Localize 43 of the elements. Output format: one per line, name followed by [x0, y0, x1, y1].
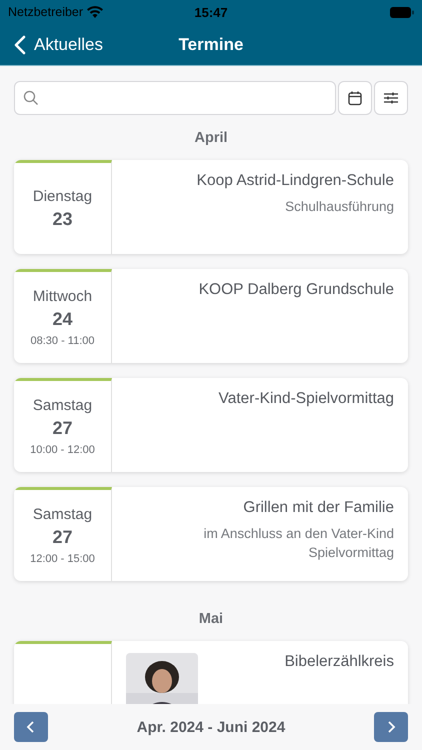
page-title: Termine [178, 34, 244, 54]
weekday-label: Dienstag [32, 188, 92, 204]
weekday-label: Mittwoch [32, 288, 92, 305]
status-time: 15:47 [193, 4, 229, 20]
event-title: Bibelerzählkreis [284, 653, 394, 671]
weekday-label: Samstag [32, 397, 92, 414]
back-button[interactable]: Aktuelles [0, 34, 103, 54]
event-card[interactable]: Samstag 27 10:00 - 12:00 Vater-Kind-Spielvormittag [14, 378, 408, 472]
day-number: 23 [52, 208, 73, 230]
event-card[interactable]: Bibelerzählkreis [14, 641, 408, 704]
chevron-left-icon [26, 720, 36, 734]
wifi-icon [87, 6, 104, 18]
day-number: 27 [52, 418, 73, 439]
time-range: 12:00 - 15:00 [30, 553, 95, 565]
event-card[interactable]: Dienstag 23 Koop Astrid-Lindgren-Schule Schulhausführung [14, 160, 408, 254]
time-range: 10:00 - 12:00 [30, 444, 95, 456]
day-number: 24 [52, 309, 73, 330]
event-title: Koop Astrid-Lindgren-Schule [196, 172, 394, 190]
weekday-label: Samstag [32, 506, 92, 523]
month-heading: April [193, 130, 229, 146]
event-title: Grillen mit der Familie [243, 499, 394, 517]
filter-button[interactable] [374, 81, 408, 115]
battery-icon [390, 6, 414, 18]
date-range: Apr. 2024 - Juni 2024 [136, 718, 286, 736]
month-heading: Mai [198, 611, 224, 627]
chevron-right-icon [386, 720, 396, 734]
event-card[interactable]: Samstag 27 12:00 - 15:00 Grillen mit der Familie im Anschluss an den Vater-Kind Spielvormittag [14, 487, 408, 581]
calendar-button[interactable] [338, 81, 372, 115]
event-card[interactable]: Mittwoch 24 08:30 - 11:00 KOOP Dalberg Grundschule [14, 269, 408, 363]
event-description: im Anschluss an den Vater-Kind Spielvormittag [202, 525, 394, 562]
time-range: 08:30 - 11:00 [30, 335, 94, 347]
search-icon [23, 90, 39, 106]
event-title: KOOP Dalberg Grundschule [198, 281, 394, 299]
carrier-name: Netzbetreiber [8, 5, 84, 19]
event-description: Schulhausführung [285, 198, 394, 216]
search-field[interactable] [14, 81, 336, 115]
chevron-left-icon [14, 34, 26, 54]
calendar-icon [347, 90, 363, 106]
day-number: 27 [52, 527, 73, 548]
previous-button[interactable] [14, 712, 48, 742]
next-button[interactable] [374, 712, 408, 742]
sliders-icon [383, 90, 399, 106]
event-title: Vater-Kind-Spielvormittag [218, 390, 394, 408]
